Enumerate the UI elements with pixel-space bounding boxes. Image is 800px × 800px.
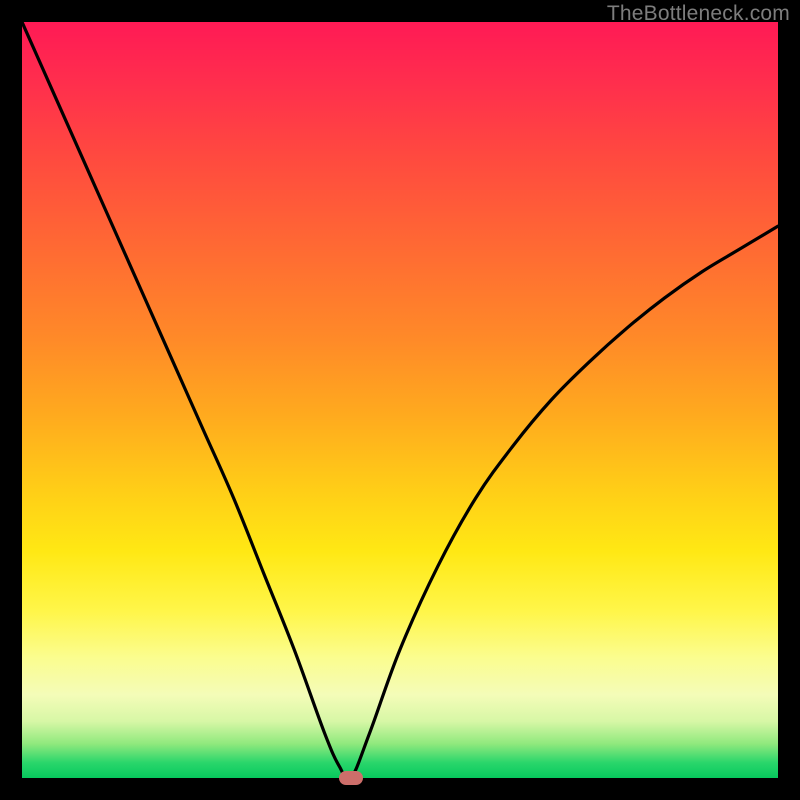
plot-area xyxy=(22,22,778,778)
optimum-marker xyxy=(339,771,363,785)
watermark-text: TheBottleneck.com xyxy=(607,2,790,26)
chart-frame: TheBottleneck.com xyxy=(0,0,800,800)
curve-path xyxy=(22,22,778,778)
bottleneck-curve xyxy=(22,22,778,778)
